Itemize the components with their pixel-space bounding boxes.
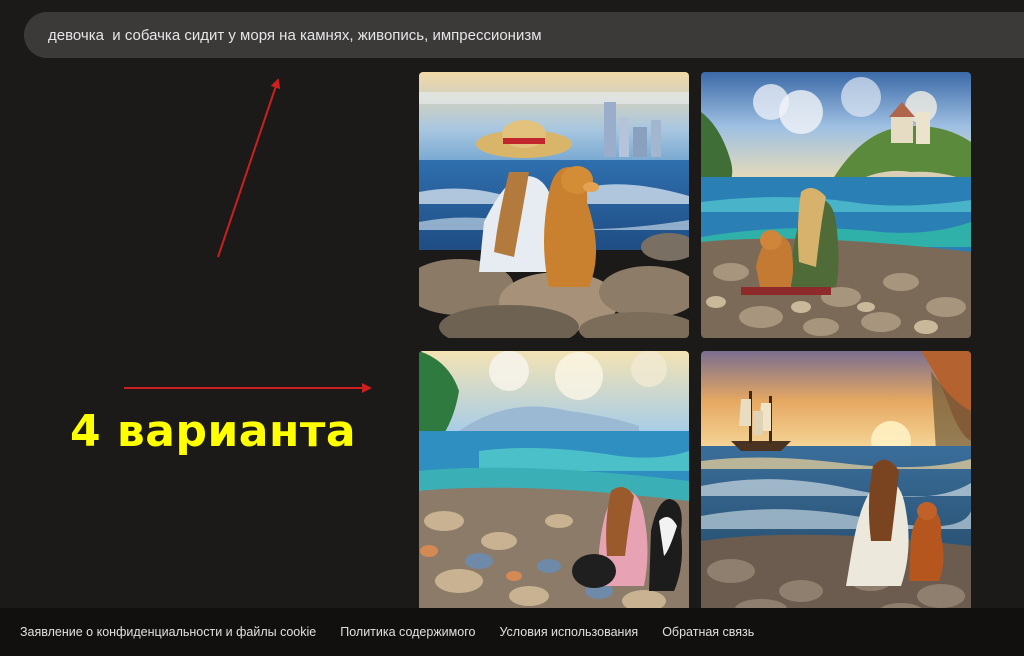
search-input[interactable] — [48, 26, 1024, 44]
image-grid — [419, 72, 972, 617]
generated-image-1-art — [419, 72, 689, 338]
page: 4 варианта Заявление о конфиденциальност… — [0, 0, 1024, 656]
footer-link-terms[interactable]: Условия использования — [499, 625, 638, 639]
footer: Заявление о конфиденциальности и файлы c… — [0, 608, 1024, 656]
generated-image-1[interactable] — [419, 72, 689, 338]
generated-image-3-art — [419, 351, 689, 617]
variants-caption: 4 варианта — [70, 406, 357, 457]
footer-link-content-policy[interactable]: Политика содержимого — [340, 625, 475, 639]
generated-image-4[interactable] — [701, 351, 971, 617]
footer-link-privacy[interactable]: Заявление о конфиденциальности и файлы c… — [20, 625, 316, 639]
generated-image-2-art — [701, 72, 971, 338]
arrow-to-search — [217, 78, 281, 258]
footer-link-feedback[interactable]: Обратная связь — [662, 625, 754, 639]
generated-image-2[interactable] — [701, 72, 971, 338]
generated-image-3[interactable] — [419, 351, 689, 617]
search-bar[interactable] — [24, 12, 1024, 58]
generated-image-4-art — [701, 351, 971, 617]
